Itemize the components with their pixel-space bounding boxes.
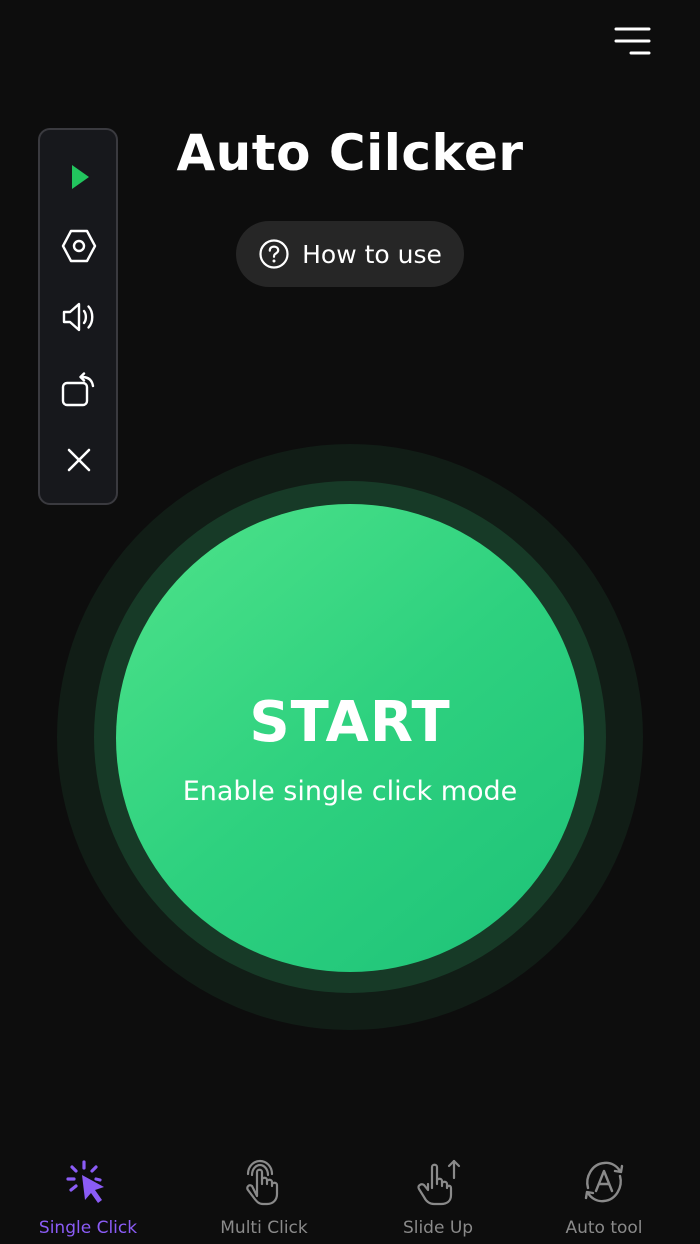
panel-close-button[interactable] <box>55 436 103 484</box>
bottom-navigation: Single Click Multi Click Slide Up Auto t… <box>0 1148 700 1244</box>
nav-label-slide-up: Slide Up <box>402 1218 474 1238</box>
start-label: START <box>249 690 451 755</box>
tap-cursor-icon <box>66 1160 104 1203</box>
speaker-icon <box>62 302 94 332</box>
nav-item-multi-click[interactable]: Multi Click <box>189 1148 339 1244</box>
floating-control-panel <box>38 128 118 505</box>
app-screen: Auto Cilcker How to use START Enable sin… <box>0 0 700 1244</box>
swipe-up-hand-icon <box>417 1159 461 1206</box>
play-icon <box>72 165 89 189</box>
close-icon <box>67 448 91 472</box>
start-button[interactable]: START Enable single click mode <box>116 504 584 972</box>
nav-label-auto-tool: Auto tool <box>565 1218 643 1238</box>
multi-touch-hand-icon <box>246 1159 279 1206</box>
hamburger-menu-icon <box>614 27 651 55</box>
start-subtitle: Enable single click mode <box>182 776 518 807</box>
nav-item-slide-up[interactable]: Slide Up <box>363 1148 513 1244</box>
panel-sound-button[interactable] <box>55 293 103 341</box>
menu-button[interactable] <box>608 20 658 62</box>
nav-label-multi-click: Multi Click <box>220 1218 308 1238</box>
question-circle-icon <box>259 239 289 269</box>
panel-rotate-button[interactable] <box>55 366 103 414</box>
how-to-use-label: How to use <box>302 239 442 269</box>
hexagon-settings-icon <box>61 229 97 263</box>
nav-label-single-click: Single Click <box>38 1218 138 1238</box>
auto-a-icon <box>584 1161 624 1203</box>
nav-item-single-click[interactable]: Single Click <box>13 1148 163 1244</box>
nav-item-auto-tool[interactable]: Auto tool <box>529 1148 679 1244</box>
panel-play-button[interactable] <box>55 153 103 201</box>
panel-settings-button[interactable] <box>55 222 103 270</box>
how-to-use-button[interactable]: How to use <box>236 221 464 287</box>
rotate-icon <box>61 372 95 407</box>
